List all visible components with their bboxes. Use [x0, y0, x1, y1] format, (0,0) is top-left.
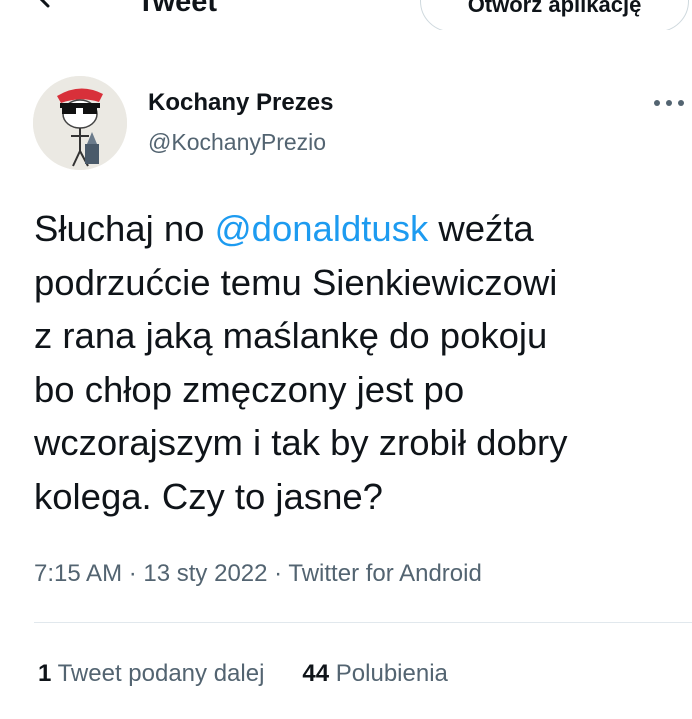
open-app-button[interactable]: Otwórz aplikację	[420, 0, 689, 30]
likes-stat[interactable]: 44 Polubienia	[302, 657, 447, 691]
likes-label: Polubienia	[335, 660, 448, 687]
retweets-count: 1	[38, 660, 52, 687]
retweets-label: Tweet podany dalej	[57, 660, 265, 687]
avatar[interactable]	[33, 76, 127, 170]
page-title: Tweet	[137, 0, 218, 18]
back-arrow-icon[interactable]	[36, 0, 70, 14]
top-bar: Tweet Otwórz aplikację	[0, 0, 692, 30]
tweet-source[interactable]: Twitter for Android	[288, 560, 481, 587]
likes-count: 44	[302, 660, 330, 687]
more-options-icon[interactable]	[651, 95, 687, 111]
author-handle[interactable]: @KochanyPrezio	[148, 127, 326, 157]
tweet-text-part-2: weźta podrzućcie temu Sienkiewiczowi z r…	[34, 208, 568, 517]
meta-separator: ·	[122, 560, 144, 587]
tweet-metadata: 7:15 AM · 13 sty 2022 · Twitter for Andr…	[34, 557, 482, 591]
avatar-image	[33, 76, 127, 170]
meta-separator: ·	[267, 560, 289, 587]
mention-link[interactable]: @donaldtusk	[215, 208, 429, 249]
divider	[34, 622, 692, 623]
tweet-text: Słuchaj no @donaldtusk weźta podrzućcie …	[34, 202, 684, 523]
tweet-date[interactable]: 13 sty 2022	[143, 560, 267, 587]
tweet-time[interactable]: 7:15 AM	[34, 560, 122, 587]
tweet-text-part-1: Słuchaj no	[34, 208, 215, 249]
tweet-stats: 1 Tweet podany dalej 44 Polubienia	[38, 657, 448, 691]
retweets-stat[interactable]: 1 Tweet podany dalej	[38, 657, 264, 691]
author-display-name[interactable]: Kochany Prezes	[148, 88, 333, 118]
